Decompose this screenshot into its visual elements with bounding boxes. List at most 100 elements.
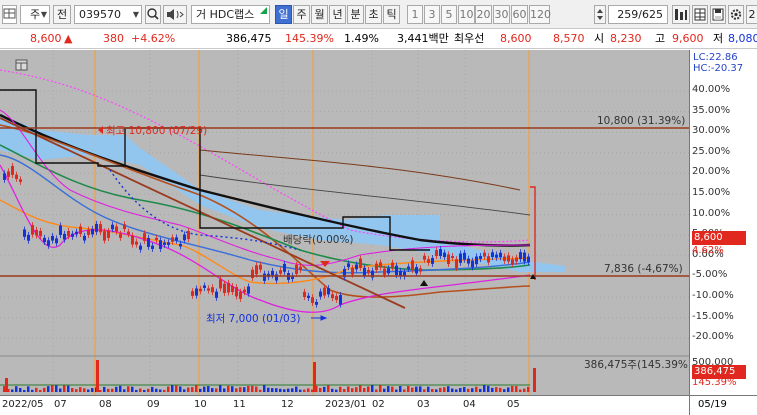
price-chart[interactable]: 10,800 (31.39%) 7,836 (-4,67%) 최고 10,800… [0,50,757,415]
hc-label: HC:-20.37 [693,63,744,74]
y-tick-label: 10.00% [692,207,731,219]
candle-body [207,288,210,291]
candle-body [19,179,22,182]
candle-body [455,259,458,268]
x-tick-label: 10 [194,399,207,410]
volume-bar [359,385,362,392]
candle-body [427,259,430,263]
volume-bar [403,389,406,392]
save-icon[interactable] [710,5,726,24]
tab-period-6[interactable]: 틱 [383,5,400,24]
speaker-icon[interactable] [163,5,187,24]
volume-bar [399,386,402,392]
volume-bar [111,388,114,392]
interval-button-1[interactable]: 1 [407,5,423,24]
support-label: 7,836 (-4,67%) [604,263,683,275]
candle-body [135,241,138,245]
candle-body [415,267,418,274]
trailing-digit[interactable]: 2 [746,5,757,24]
candle-body [55,238,58,244]
low-label: 저 [713,32,724,45]
interval-button-20[interactable]: 20 [475,5,492,24]
gear-icon[interactable] [728,5,744,24]
volume-bar [15,386,18,392]
candle-body [307,295,310,298]
interval-button-120[interactable]: 120 [529,5,551,24]
table-icon[interactable] [692,5,708,24]
volume-bar [387,386,390,392]
grid-menu-icon[interactable] [2,5,17,24]
volume-bar [519,389,522,392]
volume-bar [167,386,170,392]
volume-bar [203,386,206,392]
interval-button-60[interactable]: 60 [511,5,528,24]
x-tick-label: 08 [99,399,112,410]
interval-button-30[interactable]: 30 [493,5,510,24]
search-icon[interactable] [145,5,161,24]
candle-body [443,252,446,258]
volume-bar [483,385,486,392]
candle-body [495,254,498,258]
candle-body [27,234,30,241]
volume-bar [87,389,90,392]
y-tick-label: 30.00% [692,125,731,137]
candle-body [423,255,426,260]
y-tick-label: -5.00% [692,269,728,281]
candle-body [239,291,242,299]
candle-body [63,233,66,240]
count-display[interactable]: 259/625 [608,5,668,24]
window-icon[interactable] [15,59,28,71]
volume-bar [431,388,434,392]
candle-body [295,264,298,275]
volume-bar [419,386,422,392]
volume-bar [55,385,58,392]
tab-period-1[interactable]: 주 [293,5,310,24]
candle-body [491,252,494,258]
chart-canvas[interactable]: 10,800 (31.39%) 7,836 (-4,67%) 최고 10,800… [0,50,689,395]
candle-body [31,225,34,235]
tab-period-3[interactable]: 년 [329,5,346,24]
candle-body [219,279,222,289]
tab-period-5[interactable]: 초 [365,5,382,24]
volume-bar [371,385,374,392]
stock-name-field[interactable]: 거 HDC랩스 [191,5,270,24]
interval-button-5[interactable]: 5 [441,5,457,24]
prev-button[interactable]: 전 [53,5,71,24]
candle-body [323,287,326,296]
stock-code-input[interactable]: 039570 ▼ [74,5,142,24]
candle-body [383,268,386,275]
y-tick-label: 35.00% [692,104,731,116]
price-change-pct: +4.62% [131,32,176,45]
market-label: 주 [29,8,41,21]
tab-period-2[interactable]: 월 [311,5,328,24]
x-tick-label: 12 [281,399,294,410]
tab-period-0[interactable]: 일 [275,5,292,24]
candle-body [395,265,398,276]
market-select[interactable]: 주 ▼ [20,5,50,24]
volume-bar [495,387,498,392]
volume-bar [499,387,502,392]
volume-bar [435,389,438,392]
candle-body [59,225,62,235]
flag-icon [260,7,267,14]
chart-settings-icon[interactable] [672,5,690,24]
candle-body [431,258,434,264]
candle-body [387,268,390,274]
x-tick-label: 11 [233,399,246,410]
x-tick-label: 03 [417,399,430,410]
interval-button-10[interactable]: 10 [458,5,475,24]
up-marker-icon [420,280,428,286]
volume-bar [171,385,174,392]
volume-bar [343,389,346,392]
interval-button-3[interactable]: 3 [424,5,440,24]
candle-body [335,296,338,300]
y-tick-label: -15.00% [692,310,734,322]
tab-period-4[interactable]: 분 [347,5,364,24]
candle-body [279,270,282,274]
volume-bar [219,385,222,392]
volume-bar [375,389,378,392]
candle-body [227,282,230,293]
candle-body [475,256,478,265]
turnover-rate: 1.49% [344,32,379,45]
spinner[interactable] [594,5,606,24]
